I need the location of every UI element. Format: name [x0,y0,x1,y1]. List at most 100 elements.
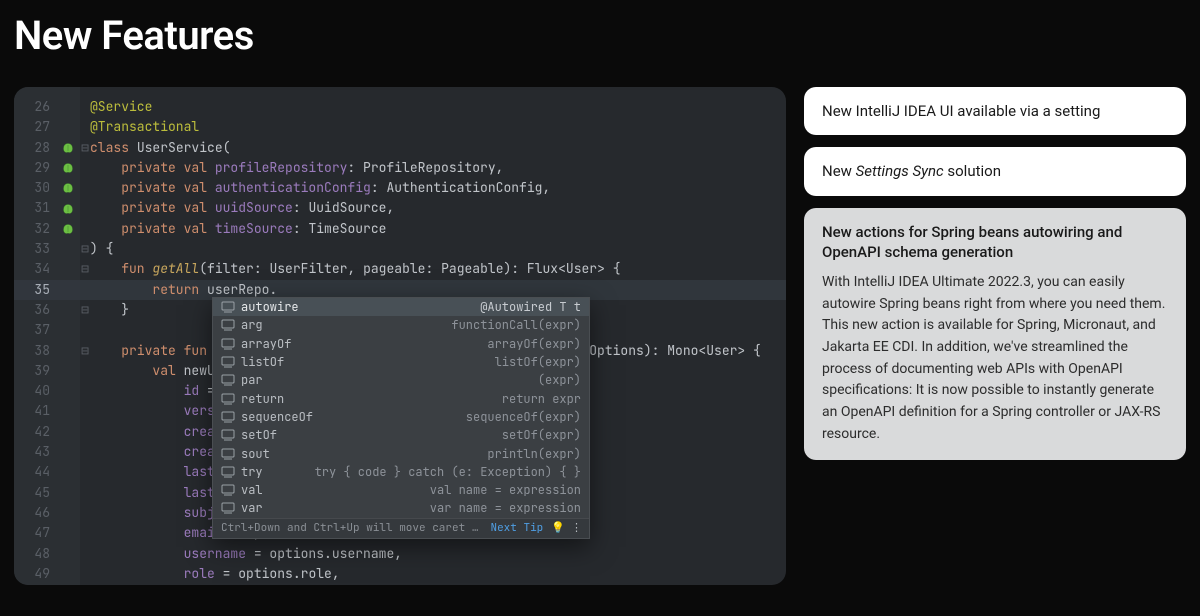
completion-item-type: sequenceOf(expr) [466,409,581,425]
code-line[interactable]: 32 private val timeSource: TimeSource [14,219,786,239]
completion-item-name: setOf [241,427,502,443]
code-text: @Transactional [90,117,199,137]
fold-toggle [80,219,90,239]
completion-item-type: listOf(expr) [495,354,581,370]
completion-item[interactable]: returnreturn expr [213,389,589,407]
card-text: New IntelliJ IDEA UI available via a set… [822,102,1100,120]
completion-hint: Ctrl+Down and Ctrl+Up will move caret do… [221,521,480,535]
fold-toggle[interactable]: ⊟ [80,138,90,158]
line-number: 36 [14,300,56,320]
completion-item[interactable]: argfunctionCall(expr) [213,316,589,334]
card-body: With IntelliJ IDEA Ultimate 2022.3, you … [822,272,1168,446]
completion-item[interactable]: autowire@Autowired T t [213,298,589,316]
page-title: New Features [14,12,1186,59]
feature-card-ui[interactable]: New IntelliJ IDEA UI available via a set… [804,87,1186,135]
fold-toggle [80,422,90,442]
spring-leaf-icon [56,223,80,235]
fold-toggle [80,158,90,178]
template-icon [221,318,235,332]
completion-item-name: sout [241,446,487,462]
line-number: 46 [14,503,56,523]
completion-item-type: (expr) [538,372,581,388]
card-text-em: Settings Sync [856,162,944,180]
card-title: New actions for Spring beans autowiring … [822,222,1168,263]
code-line[interactable]: 48 username = options.username, [14,544,786,564]
code-editor[interactable]: 26 @Service27 @Transactional28⊟class Use… [14,87,786,585]
fold-toggle [80,564,90,584]
template-icon [221,447,235,461]
code-line[interactable]: 31 private val uuidSource: UuidSource, [14,198,786,218]
code-text: @Service [90,97,152,117]
completion-item-type: arrayOf(expr) [487,336,581,352]
spring-leaf-icon [56,203,80,215]
line-number: 26 [14,97,56,117]
code-line[interactable]: 33⊟) { [14,239,786,259]
fold-toggle [80,280,90,300]
completion-item[interactable]: soutprintln(expr) [213,444,589,462]
feature-cards: New IntelliJ IDEA UI available via a set… [804,87,1186,460]
completion-item[interactable]: varvar name = expression [213,499,589,517]
code-line[interactable]: 34 ⊟ fun getAll(filter: UserFilter, pagea… [14,259,786,279]
line-number: 29 [14,158,56,178]
line-number: 37 [14,320,56,340]
line-number: 47 [14,523,56,543]
fold-toggle [80,117,90,137]
fold-toggle[interactable]: ⊟ [80,341,90,361]
completion-item-type: functionCall(expr) [451,317,581,333]
completion-item-type: var name = expression [430,500,581,516]
feature-card-spring-openapi: New actions for Spring beans autowiring … [804,208,1186,460]
spring-leaf-icon [56,142,80,154]
fold-toggle[interactable]: ⊟ [80,239,90,259]
completion-item-name: arrayOf [241,336,487,352]
code-line[interactable]: 28⊟class UserService( [14,138,786,158]
completion-item[interactable]: listOflistOf(expr) [213,353,589,371]
completion-item-name: autowire [241,299,480,315]
line-number: 33 [14,239,56,259]
feature-card-settings-sync[interactable]: New Settings Sync solution [804,147,1186,195]
completion-item-name: listOf [241,354,495,370]
code-line[interactable]: 27 @Transactional [14,117,786,137]
completion-item[interactable]: sequenceOfsequenceOf(expr) [213,408,589,426]
code-line[interactable]: 26 @Service [14,97,786,117]
line-number: 31 [14,198,56,218]
template-icon [221,428,235,442]
fold-toggle [80,483,90,503]
line-number: 41 [14,401,56,421]
completion-item[interactable]: setOfsetOf(expr) [213,426,589,444]
fold-toggle[interactable]: ⊟ [80,300,90,320]
code-text: role = options.role, [90,564,340,584]
completion-item-name: var [241,500,430,516]
fold-toggle [80,503,90,523]
completion-item[interactable]: arrayOfarrayOf(expr) [213,335,589,353]
code-line[interactable]: 49 role = options.role, [14,564,786,584]
next-tip-link[interactable]: Next Tip [490,521,543,535]
bulb-icon[interactable]: 💡 [551,521,565,535]
code-line[interactable]: 30 private val authenticationConfig: Aut… [14,178,786,198]
completion-item-name: return [241,391,502,407]
template-icon [221,355,235,369]
fold-toggle [80,523,90,543]
template-icon [221,465,235,479]
code-text: private val uuidSource: UuidSource, [90,198,394,218]
completion-item[interactable]: valval name = expression [213,481,589,499]
completion-item[interactable]: trytry { code } catch (e: Exception) { } [213,463,589,481]
code-text: username = options.username, [90,544,402,564]
completion-item-name: try [241,464,315,480]
completion-popup[interactable]: autowire@Autowired T targfunctionCall(ex… [212,297,590,539]
completion-item[interactable]: par(expr) [213,371,589,389]
line-number: 39 [14,361,56,381]
spring-leaf-icon [56,162,80,174]
template-icon [221,501,235,515]
kebab-icon[interactable]: ⋮ [571,521,581,535]
line-number: 40 [14,381,56,401]
code-line[interactable]: 29 private val profileRepository: Profil… [14,158,786,178]
card-text-post: solution [944,162,1001,180]
fold-toggle [80,381,90,401]
completion-item-type: println(expr) [487,446,581,462]
code-text: fun getAll(filter: UserFilter, pageable:… [90,259,621,279]
code-text: class UserService( [90,138,230,158]
fold-toggle [80,442,90,462]
line-number: 34 [14,259,56,279]
fold-toggle[interactable]: ⊟ [80,259,90,279]
line-number: 43 [14,442,56,462]
